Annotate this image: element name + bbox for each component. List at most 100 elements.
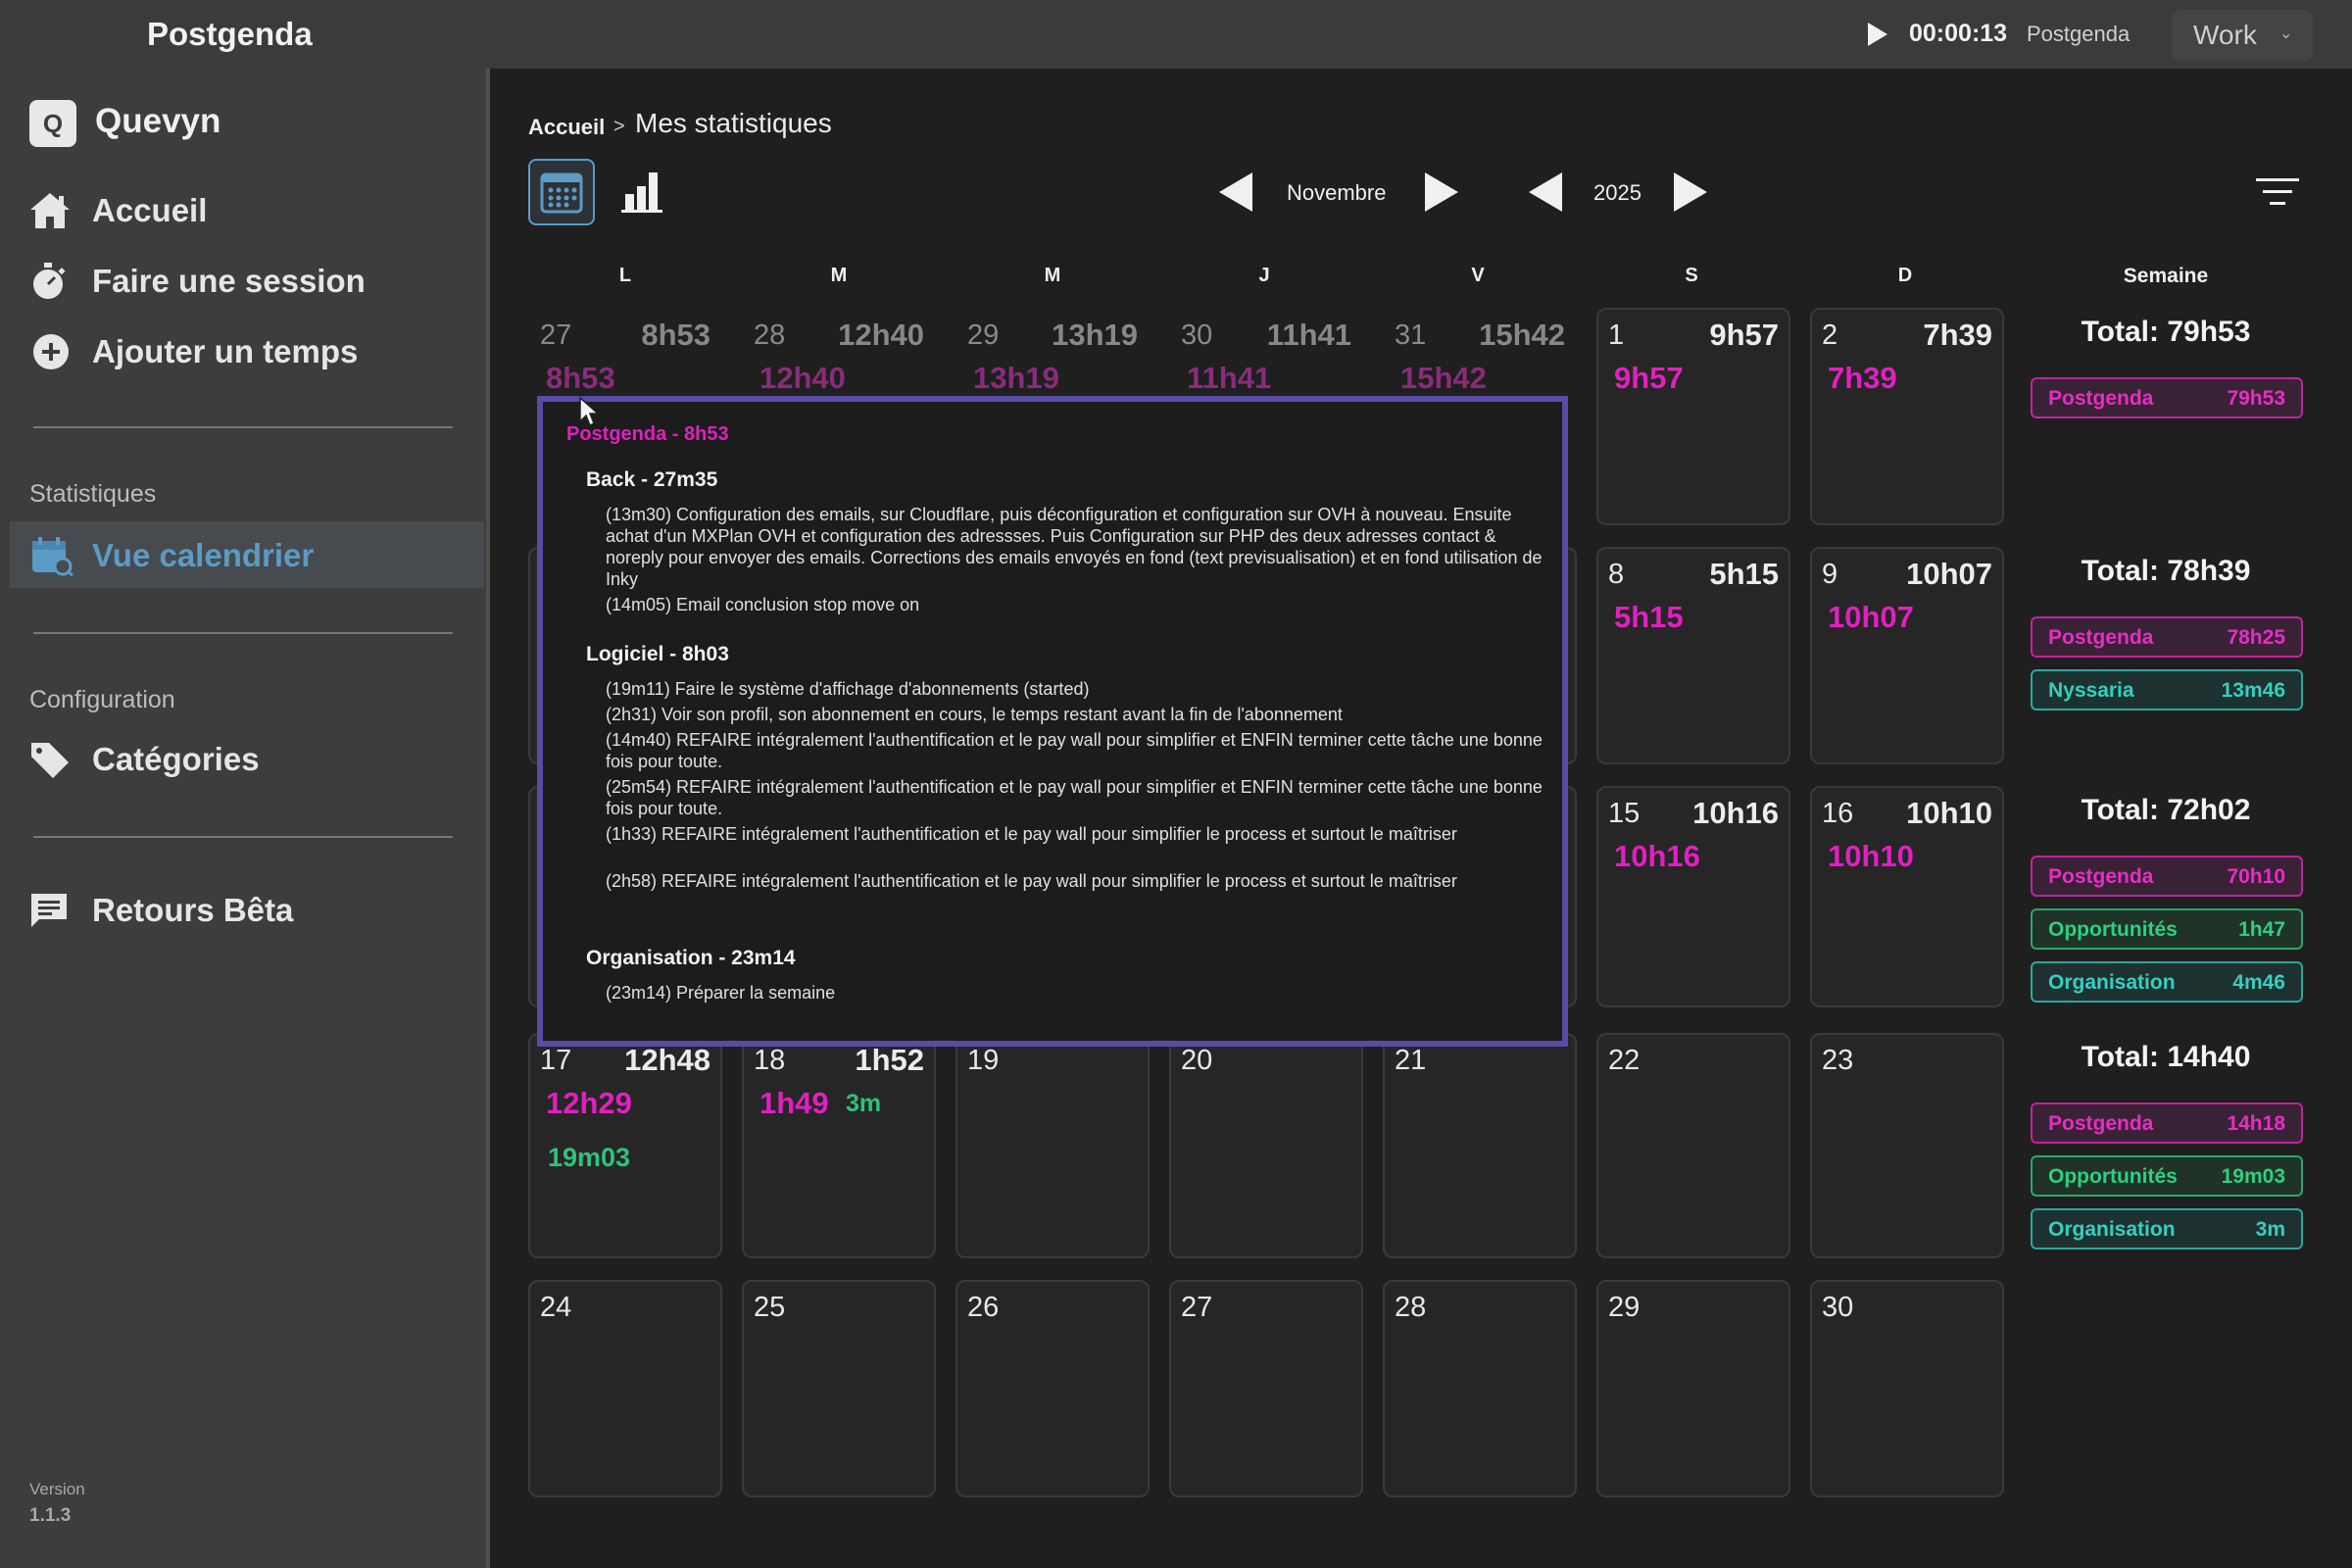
category-badge-name: Opportunités xyxy=(2048,1165,2178,1188)
calendar-day-cell[interactable]: 8 5h15 5h15 xyxy=(1596,547,1790,764)
day-total: 9h57 xyxy=(1709,318,1779,352)
workspace-dropdown[interactable]: Work ⌄ xyxy=(2172,10,2313,61)
session-timer: 00:00:13 xyxy=(1909,20,2008,47)
day-number: 24 xyxy=(540,1292,572,1323)
category-badge-value: 3m xyxy=(2255,1218,2285,1241)
category-badge[interactable]: Opportunités 1h47 xyxy=(2031,908,2303,950)
calendar-day-cell[interactable]: 1 9h57 9h57 xyxy=(1596,308,1790,525)
filter-icon[interactable] xyxy=(2256,176,2299,210)
play-icon[interactable] xyxy=(1862,20,1891,49)
day-category-time: 12h29 xyxy=(546,1086,632,1120)
sidebar-item-accueil[interactable]: Accueil xyxy=(0,176,484,243)
workspace-avatar[interactable]: Q xyxy=(29,100,76,147)
popover-entry: (2h31) Voir son profil, son abonnement e… xyxy=(606,705,1343,724)
category-badge[interactable]: Nyssaria 13m46 xyxy=(2031,669,2303,710)
calendar-day-cell[interactable]: 29 xyxy=(1596,1280,1790,1497)
calendar-day-cell[interactable]: 27 xyxy=(1169,1280,1363,1497)
day-number: 17 xyxy=(540,1045,572,1076)
category-badge-name: Postgenda xyxy=(2048,865,2154,888)
day-number: 19 xyxy=(967,1045,1000,1076)
category-badge[interactable]: Postgenda 78h25 xyxy=(2031,616,2303,658)
day-total: 10h16 xyxy=(1692,796,1779,830)
workspace-dropdown-label: Work xyxy=(2193,20,2257,50)
category-badge-name: Nyssaria xyxy=(2048,679,2134,702)
week-header: Semaine xyxy=(2123,265,2209,287)
calendar-day-cell[interactable]: 25 xyxy=(742,1280,936,1497)
sidebar-item-categories[interactable]: Catégories xyxy=(0,725,484,792)
day-number: 1 xyxy=(1608,319,1625,351)
calendar-view-button[interactable] xyxy=(528,159,595,225)
calendar-day-cell[interactable]: 18 1h52 1h49 3m xyxy=(742,1033,936,1258)
calendar-day-cell[interactable]: 17 12h48 12h29 19m03 xyxy=(528,1033,722,1258)
calendar-day-cell[interactable]: 2 7h39 7h39 xyxy=(1810,308,2004,525)
calendar-day-cell[interactable]: 16 10h10 10h10 xyxy=(1810,786,2004,1007)
day-header-mardi: M xyxy=(830,265,848,286)
day-total: 10h10 xyxy=(1906,796,1992,830)
day-total: 5h15 xyxy=(1709,557,1779,591)
breadcrumb-separator: > xyxy=(613,116,625,137)
day-number: 23 xyxy=(1822,1045,1854,1076)
day-category-time: 7h39 xyxy=(1828,361,1897,395)
category-badge-name: Organisation xyxy=(2048,1218,2176,1241)
day-detail-popover: Postgenda - 8h53 Back - 27m35 (13m30) Con… xyxy=(537,396,1568,1047)
popover-entry: (19m11) Faire le système d'affichage d'a… xyxy=(606,679,1090,699)
calendar-day-cell[interactable]: 24 xyxy=(528,1280,722,1497)
category-badge-name: Postgenda xyxy=(2048,1112,2154,1135)
calendar-day-cell[interactable]: 26 xyxy=(956,1280,1150,1497)
sidebar-item-label: Vue calendrier xyxy=(92,537,315,573)
sidebar-item-retours-beta[interactable]: Retours Bêta xyxy=(0,876,484,943)
workspace-name[interactable]: Quevyn xyxy=(95,102,220,141)
category-badge[interactable]: Opportunités 19m03 xyxy=(2031,1155,2303,1197)
breadcrumb-home[interactable]: Accueil xyxy=(528,115,605,140)
day-number: 18 xyxy=(754,1045,786,1076)
next-year-icon[interactable] xyxy=(1670,171,1711,214)
day-total: 13h19 xyxy=(1052,318,1138,352)
calendar-day-cell[interactable]: 9 10h07 10h07 xyxy=(1810,547,2004,764)
next-month-icon[interactable] xyxy=(1421,171,1462,214)
sidebar-item-faire-session[interactable]: Faire une session xyxy=(0,247,484,314)
prev-month-icon[interactable] xyxy=(1215,171,1256,214)
chat-icon xyxy=(31,894,67,927)
sidebar-item-ajouter-temps[interactable]: Ajouter un temps xyxy=(0,318,484,384)
category-badge-name: Postgenda xyxy=(2048,387,2154,410)
sidebar-item-vue-calendrier[interactable]: Vue calendrier xyxy=(10,521,484,588)
calendar-day-cell[interactable]: 15 10h16 10h16 xyxy=(1596,786,1790,1007)
chevron-down-icon: ⌄ xyxy=(2279,25,2293,42)
day-number: 16 xyxy=(1822,798,1854,829)
sidebar-item-label: Retours Bêta xyxy=(92,892,294,928)
calendar-search-icon xyxy=(32,537,74,576)
current-app-label: Postgenda xyxy=(2027,22,2131,46)
sidebar-divider xyxy=(33,836,453,838)
category-badge-value: 14h18 xyxy=(2227,1112,2285,1135)
category-badge[interactable]: Organisation 3m xyxy=(2031,1208,2303,1250)
calendar-day-cell[interactable]: 23 xyxy=(1810,1033,2004,1258)
calendar-day-cell[interactable]: 19 xyxy=(956,1033,1150,1258)
category-badge-value: 19m03 xyxy=(2221,1165,2285,1188)
calendar-day-cell[interactable]: 20 xyxy=(1169,1033,1363,1258)
category-badge[interactable]: Postgenda 14h18 xyxy=(2031,1102,2303,1144)
day-number: 30 xyxy=(1181,319,1213,351)
category-badge[interactable]: Postgenda 70h10 xyxy=(2031,856,2303,897)
month-label: Novembre xyxy=(1287,180,1387,205)
bar-chart-icon[interactable] xyxy=(619,165,670,216)
title-bar: Postgenda 00:00:13 Postgenda Work ⌄ xyxy=(0,0,2352,69)
popover-task-title: Back - 27m35 xyxy=(586,468,718,491)
calendar-day-cell[interactable]: 28 xyxy=(1383,1280,1577,1497)
day-number: 26 xyxy=(967,1292,1000,1323)
category-badge-value: 1h47 xyxy=(2238,918,2285,941)
calendar-day-cell[interactable]: 30 xyxy=(1810,1280,2004,1497)
category-badge[interactable]: Organisation 4m46 xyxy=(2031,961,2303,1003)
prev-year-icon[interactable] xyxy=(1525,171,1566,214)
day-number: 15 xyxy=(1608,798,1641,829)
home-icon xyxy=(30,193,70,228)
day-category-time: 1h49 xyxy=(760,1086,829,1120)
category-badge-value: 13m46 xyxy=(2221,679,2285,702)
version-label: Version xyxy=(29,1480,85,1498)
category-badge[interactable]: Postgenda 79h53 xyxy=(2031,377,2303,418)
day-number: 27 xyxy=(540,319,572,351)
calendar-day-cell[interactable]: 22 xyxy=(1596,1033,1790,1258)
sidebar-item-label: Faire une session xyxy=(92,263,366,299)
day-number: 30 xyxy=(1822,1292,1854,1323)
category-badge-value: 70h10 xyxy=(2227,865,2285,888)
calendar-day-cell[interactable]: 21 xyxy=(1383,1033,1577,1258)
